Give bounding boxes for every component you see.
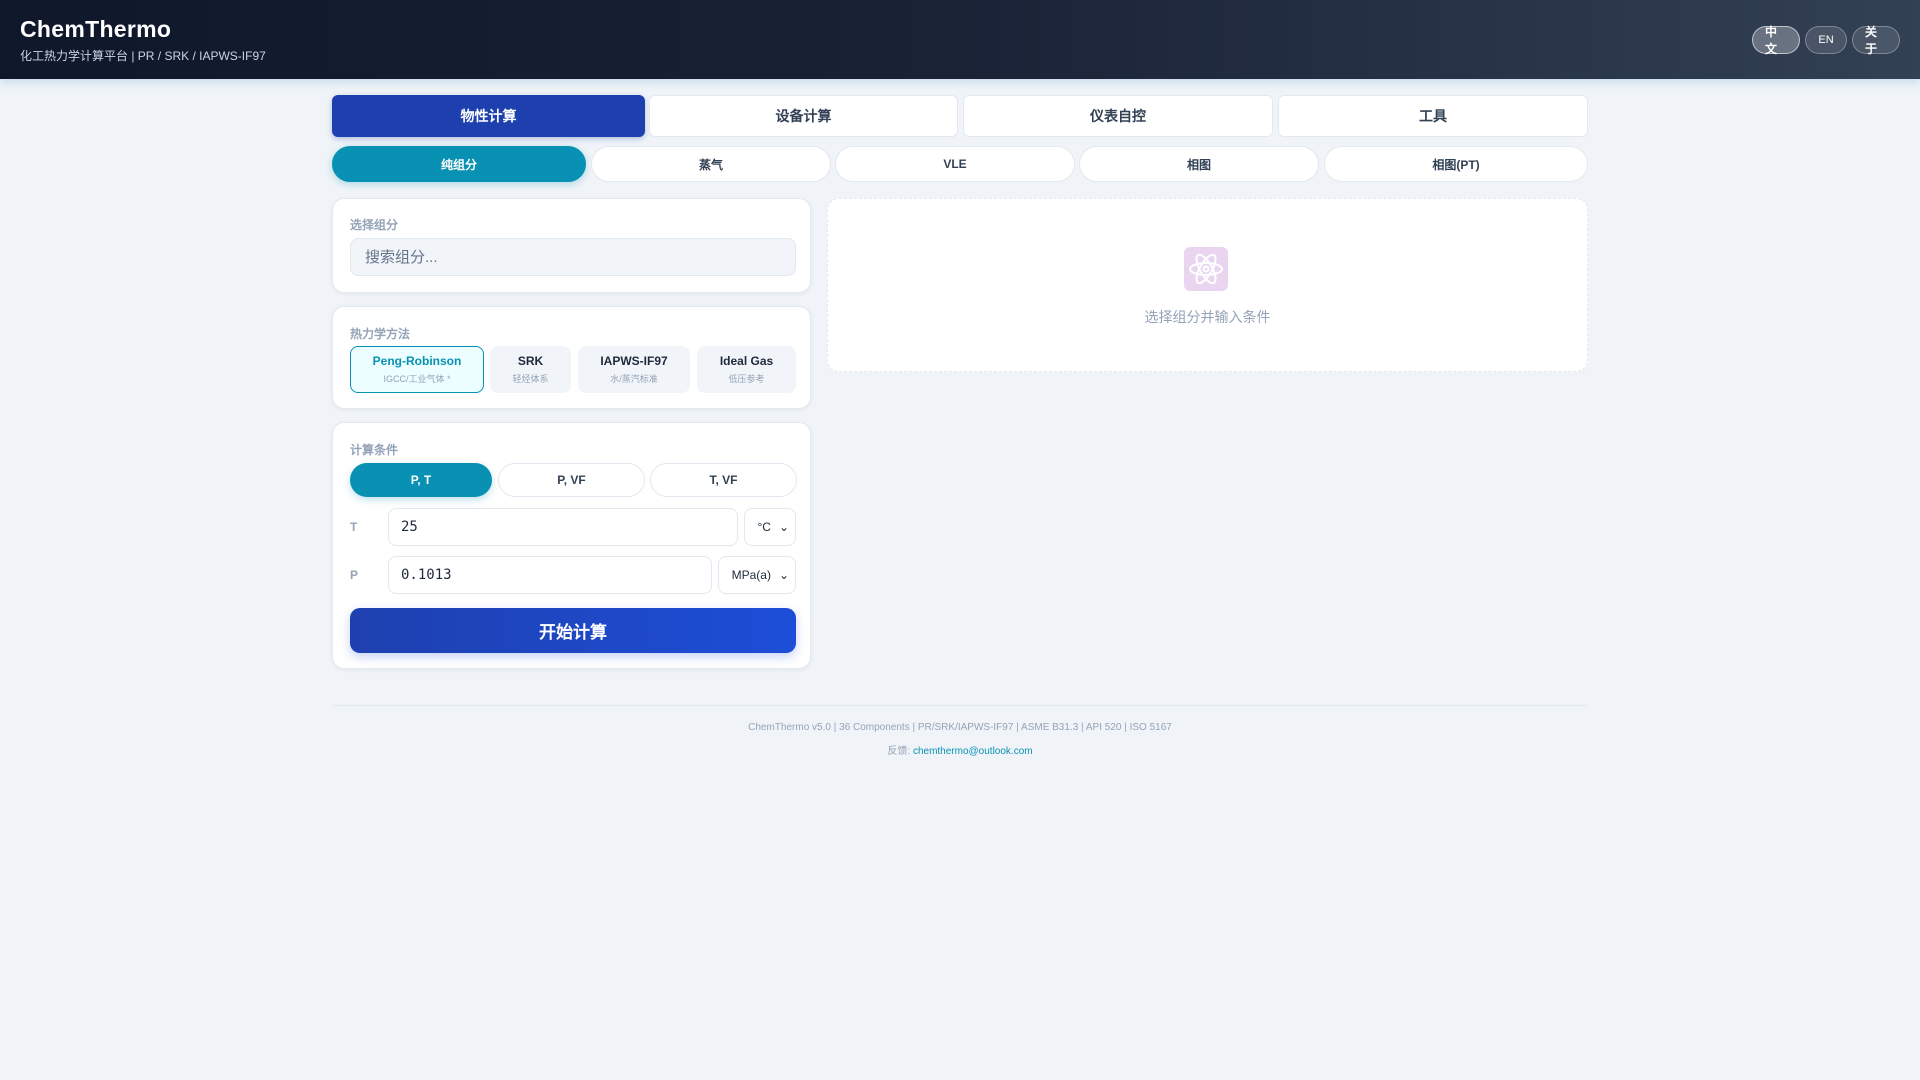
subtab-phase[interactable]: 相图 (1079, 146, 1319, 182)
tab-instrumentation[interactable]: 仪表自控 (963, 95, 1273, 137)
chevron-down-icon: ⌄ (778, 568, 789, 582)
temperature-unit: °C (757, 520, 771, 534)
app-title: ChemThermo (20, 16, 172, 42)
pressure-unit: MPa(a) (731, 568, 771, 582)
subtab-steam[interactable]: 蒸气 (591, 146, 831, 182)
app-header: ChemThermo 化工热力学计算平台 | PR / SRK / IAPWS-… (0, 0, 1920, 79)
result-panel: 选择组分并输入条件 (827, 198, 1588, 372)
method-desc: 水/蒸汽标准 (610, 374, 658, 384)
component-card: 选择组分 (332, 198, 811, 293)
subtab-vle[interactable]: VLE (835, 146, 1075, 182)
feedback-label: 反馈: (887, 746, 911, 757)
atom-icon (1184, 247, 1228, 291)
method-ideal-gas[interactable]: Ideal Gas 低压参考 (697, 346, 796, 393)
temperature-input[interactable] (388, 508, 738, 546)
calculate-button[interactable]: 开始计算 (350, 608, 796, 653)
footer-divider (332, 705, 1588, 706)
footer-feedback: 反馈: chemthermo@outlook.com (0, 742, 1920, 757)
method-name: Ideal Gas (719, 354, 774, 368)
mode-p-t[interactable]: P, T (350, 463, 492, 497)
t-label: T (350, 520, 358, 534)
chevron-down-icon: ⌄ (778, 520, 789, 534)
tab-tools[interactable]: 工具 (1278, 95, 1588, 137)
subtab-phase-pt[interactable]: 相图(PT) (1324, 146, 1588, 182)
component-label: 选择组分 (350, 218, 399, 232)
app-subtitle: 化工热力学计算平台 | PR / SRK / IAPWS-IF97 (20, 49, 266, 63)
mode-t-vf[interactable]: T, VF (650, 463, 797, 497)
pressure-unit-select[interactable]: MPa(a) ⌄ (718, 556, 796, 594)
feedback-email-link[interactable]: chemthermo@outlook.com (913, 746, 1033, 757)
lang-en-button[interactable]: EN (1805, 26, 1847, 54)
method-desc: 低压参考 (728, 374, 765, 384)
method-name: IAPWS-IF97 (600, 354, 668, 368)
footer-info: ChemThermo v5.0 | 36 Components | PR/SRK… (748, 722, 1172, 733)
tab-properties[interactable]: 物性计算 (332, 95, 645, 137)
method-iapws[interactable]: IAPWS-IF97 水/蒸汽标准 (578, 346, 690, 393)
method-srk[interactable]: SRK 轻烃体系 (490, 346, 571, 393)
temperature-unit-select[interactable]: °C ⌄ (744, 508, 796, 546)
subtab-pure[interactable]: 纯组分 (332, 146, 586, 182)
conditions-card: 计算条件 P, T P, VF T, VF T °C ⌄ P MPa(a) ⌄ 开始… (332, 422, 811, 669)
method-name: SRK (517, 354, 544, 368)
method-card: 热力学方法 Peng-Robinson IGCC/工业气体 * SRK 轻烃体系 I… (332, 306, 811, 409)
method-desc: 轻烃体系 (512, 374, 549, 384)
method-peng-robinson[interactable]: Peng-Robinson IGCC/工业气体 * (350, 346, 484, 393)
method-name: Peng-Robinson (372, 354, 462, 368)
about-button[interactable]: 关于 (1852, 25, 1900, 56)
component-search-input[interactable] (350, 238, 796, 276)
conditions-label: 计算条件 (350, 443, 399, 457)
lang-zh-button[interactable]: 中文 (1752, 25, 1800, 56)
p-label: P (350, 568, 359, 582)
method-label: 热力学方法 (350, 327, 411, 341)
method-desc: IGCC/工业气体 * (383, 374, 451, 384)
pressure-input[interactable] (388, 556, 712, 594)
tab-equipment[interactable]: 设备计算 (649, 95, 958, 137)
mode-p-vf[interactable]: P, VF (498, 463, 645, 497)
empty-state-text: 选择组分并输入条件 (1144, 309, 1271, 325)
